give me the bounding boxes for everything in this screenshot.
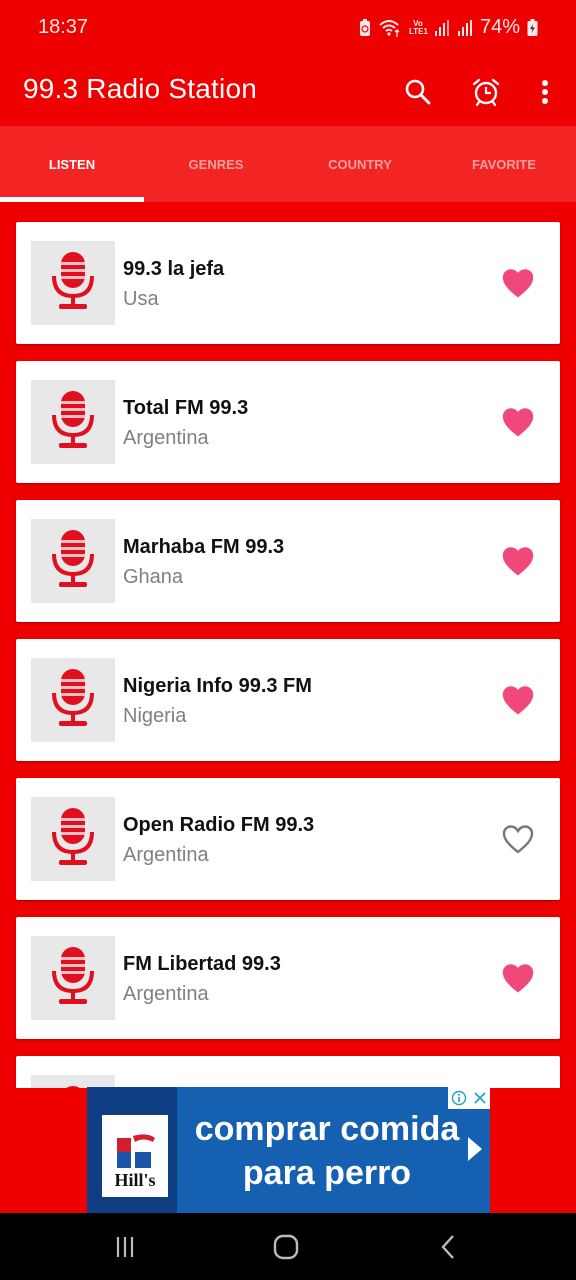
microphone-icon <box>50 250 96 317</box>
favorite-button[interactable] <box>502 268 534 298</box>
heart-outline-icon[interactable] <box>502 824 534 854</box>
system-nav-bar <box>0 1213 576 1280</box>
station-thumbnail <box>31 797 115 881</box>
microphone-icon <box>50 389 96 456</box>
heart-filled-icon[interactable] <box>502 546 534 576</box>
favorite-button[interactable] <box>502 824 534 854</box>
station-thumbnail <box>31 519 115 603</box>
battery-saver-icon <box>359 18 371 37</box>
microphone-icon <box>50 806 96 873</box>
recents-icon <box>116 1237 134 1257</box>
back-button[interactable] <box>428 1231 468 1263</box>
station-card[interactable]: Total FM 99.3 Argentina <box>16 361 560 483</box>
station-card[interactable]: Nigeria Info 99.3 FM Nigeria <box>16 639 560 761</box>
more-vert-icon <box>542 80 548 104</box>
signal-icon-1 <box>434 19 450 37</box>
status-icons: Vo LTE1 74% <box>359 16 538 39</box>
battery-charging-icon <box>527 18 538 37</box>
back-icon <box>441 1235 454 1259</box>
tab-country[interactable]: COUNTRY <box>288 126 432 202</box>
favorite-button[interactable] <box>502 963 534 993</box>
station-card[interactable]: Open Radio FM 99.3 Argentina <box>16 778 560 900</box>
volte-label: Vo LTE1 <box>408 18 428 36</box>
favorite-button[interactable] <box>502 546 534 576</box>
station-country: Nigeria <box>123 705 187 727</box>
station-card[interactable]: FM Libertad 99.3 Argentina <box>16 917 560 1039</box>
battery-percent: 74% <box>479 16 520 38</box>
station-name: Total FM 99.3 <box>123 397 249 419</box>
station-thumbnail <box>31 380 115 464</box>
tab-bar: LISTEN GENRES COUNTRY FAVORITE <box>0 126 576 202</box>
station-country: Usa <box>123 288 159 310</box>
station-name: 99.3 la jefa <box>123 258 225 280</box>
recents-button[interactable] <box>105 1231 145 1263</box>
signal-icon-2 <box>457 19 473 37</box>
info-icon[interactable] <box>451 1090 467 1106</box>
ad-line-1: comprar comida <box>194 1110 460 1148</box>
favorite-button[interactable] <box>502 685 534 715</box>
station-list[interactable]: 99.3 la jefa Usa Total FM 99.3 Argentina Mar… <box>0 202 576 1088</box>
app-bar: 99.3 Radio Station <box>0 58 576 126</box>
search-icon <box>405 79 431 105</box>
more-options-button[interactable] <box>525 72 565 112</box>
home-icon <box>273 1234 299 1260</box>
ad-brand-name: Hill's <box>114 1170 156 1190</box>
alarm-button[interactable] <box>466 72 506 112</box>
heart-filled-icon[interactable] <box>502 268 534 298</box>
home-button[interactable] <box>266 1231 306 1263</box>
hills-logo-icon <box>117 1134 155 1168</box>
station-name: Nigeria Info 99.3 FM <box>123 675 312 697</box>
station-name: FM Libertad 99.3 <box>123 953 281 975</box>
microphone-icon <box>50 945 96 1012</box>
heart-filled-icon[interactable] <box>502 963 534 993</box>
tab-favorite[interactable]: FAVORITE <box>432 126 576 202</box>
station-card[interactable]: 99.3 la jefa Usa <box>16 222 560 344</box>
station-country: Argentina <box>123 983 209 1005</box>
wifi-icon <box>378 18 402 38</box>
station-card[interactable]: Marhaba FM 99.3 Ghana <box>16 500 560 622</box>
favorite-button[interactable] <box>502 407 534 437</box>
ad-brand-panel: Hill's <box>87 1087 177 1213</box>
close-icon[interactable] <box>473 1091 487 1105</box>
ad-arrow-icon <box>466 1135 484 1168</box>
station-name: Marhaba FM 99.3 <box>123 536 285 558</box>
ad-choices[interactable] <box>448 1087 490 1109</box>
station-card[interactable] <box>16 1056 560 1088</box>
ad-line-2: para perro <box>242 1154 412 1192</box>
station-thumbnail <box>31 936 115 1020</box>
microphone-icon <box>50 528 96 595</box>
ad-banner[interactable]: Hill's comprar comida para perro <box>87 1087 490 1213</box>
app-title: 99.3 Radio Station <box>23 73 257 104</box>
tab-genres[interactable]: GENRES <box>144 126 288 202</box>
station-thumbnail <box>31 241 115 325</box>
ad-headline: comprar comida para perro <box>187 1107 467 1195</box>
heart-filled-icon[interactable] <box>502 407 534 437</box>
heart-filled-icon[interactable] <box>502 685 534 715</box>
station-country: Argentina <box>123 427 209 449</box>
search-button[interactable] <box>398 72 438 112</box>
microphone-icon <box>50 667 96 734</box>
hills-logo: Hill's <box>102 1115 168 1197</box>
status-bar: 18:37 Vo LTE1 74% <box>0 0 576 58</box>
alarm-icon <box>472 78 500 107</box>
status-time: 18:37 <box>38 16 89 38</box>
station-country: Argentina <box>123 844 209 866</box>
station-country: Ghana <box>123 566 184 588</box>
station-thumbnail <box>31 658 115 742</box>
tab-listen[interactable]: LISTEN <box>0 126 144 202</box>
station-name: Open Radio FM 99.3 <box>123 814 315 836</box>
